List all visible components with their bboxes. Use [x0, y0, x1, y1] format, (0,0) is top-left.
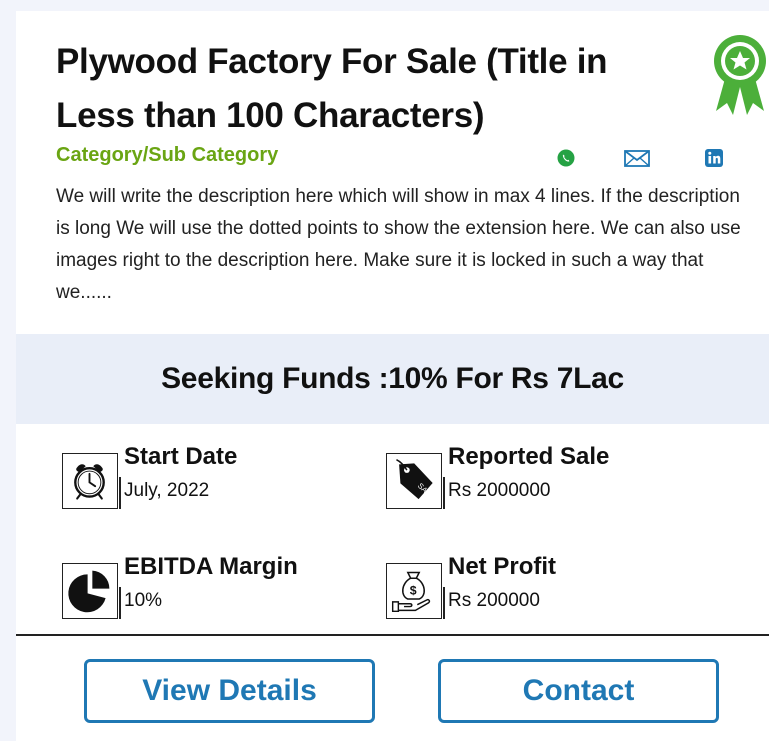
alarm-clock-icon — [62, 453, 118, 509]
stat-value: Rs 200000 — [448, 590, 540, 611]
stat-label: Start Date — [124, 443, 238, 470]
stat-divider — [443, 587, 445, 619]
stat-label: Reported Sale — [448, 443, 610, 470]
stat-divider — [119, 587, 121, 619]
listing-title: Plywood Factory For Sale (Title in Less … — [56, 42, 608, 135]
category-label[interactable]: Category/Sub Category — [56, 144, 278, 167]
email-icon[interactable] — [624, 148, 650, 168]
listing-card: Plywood Factory For Sale (Title in Less … — [16, 11, 769, 741]
stat-label: EBITDA Margin — [124, 553, 298, 580]
pie-chart-icon — [62, 563, 118, 619]
listing-description: We will write the description here which… — [56, 186, 741, 303]
stat-value: Rs 2000000 — [448, 480, 551, 501]
funding-banner: Seeking Funds :10% For Rs 7Lac — [16, 334, 769, 424]
stat-divider — [443, 477, 445, 509]
view-details-button[interactable]: View Details — [84, 659, 375, 723]
svg-text:$: $ — [410, 583, 417, 597]
stat-divider — [119, 477, 121, 509]
linkedin-icon[interactable] — [704, 148, 724, 168]
award-badge-icon — [714, 35, 766, 115]
contact-button[interactable]: Contact — [438, 659, 719, 723]
money-bag-hand-icon: $ — [386, 563, 442, 619]
whatsapp-icon[interactable] — [556, 148, 576, 168]
stat-value: July, 2022 — [124, 480, 210, 501]
stat-value: 10% — [124, 590, 163, 611]
sale-tag-icon: SALE — [386, 453, 442, 509]
funding-text: Seeking Funds :10% For Rs 7Lac — [161, 362, 624, 395]
stat-label: Net Profit — [448, 553, 556, 580]
section-divider — [16, 634, 769, 636]
